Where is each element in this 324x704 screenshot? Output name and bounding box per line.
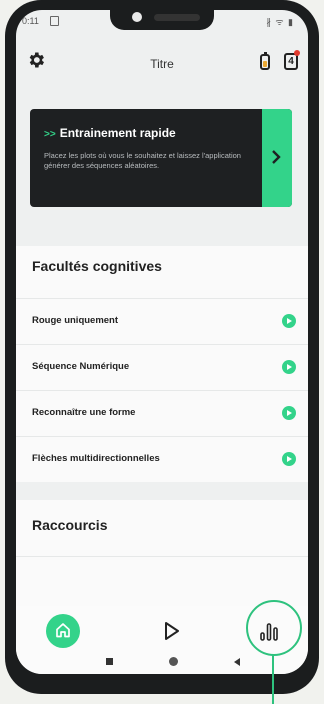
- status-time: 0:11: [22, 16, 39, 26]
- play-circle-icon[interactable]: [282, 406, 296, 420]
- quick-training-title: >> Entrainement rapide: [44, 126, 176, 140]
- shortcuts-section-title: Raccourcis: [32, 517, 108, 533]
- quick-training-title-text: Entrainement rapide: [59, 126, 176, 140]
- pods-count-value: 4: [288, 56, 294, 67]
- status-icons: ∦ ᯤ ▮: [266, 17, 294, 27]
- list-item-label: Rouge uniquement: [32, 315, 119, 326]
- notification-dot: [294, 50, 300, 56]
- shortcuts-content: [16, 556, 308, 607]
- quick-training-description: Placez les plots où vous le souhaitez et…: [44, 151, 241, 170]
- recent-apps-icon[interactable]: [106, 658, 113, 665]
- system-nav-bar: [16, 652, 308, 674]
- camera-notch: [110, 10, 214, 30]
- list-item-fleches[interactable]: Flèches multidirectionnelles: [16, 436, 308, 483]
- camera-icon: [132, 12, 142, 22]
- sim-icon: [50, 16, 59, 26]
- play-circle-icon[interactable]: [282, 452, 296, 466]
- shortcuts-section: Raccourcis: [16, 500, 308, 556]
- quick-training-card[interactable]: >> Entrainement rapide Placez les plots o…: [30, 109, 292, 207]
- cognitive-section-title: Facultés cognitives: [32, 258, 162, 274]
- list-item-label: Reconnaître une forme: [32, 407, 136, 418]
- cognitive-section: Facultés cognitives Rouge uniquement Séq…: [16, 246, 308, 482]
- pods-counter[interactable]: 4: [284, 50, 300, 70]
- app-screen: 0:11 ∦ ᯤ ▮ Titre 4 >> Entrainement rapide…: [16, 10, 308, 674]
- chevron-right-icon: [272, 150, 281, 164]
- play-circle-icon[interactable]: [282, 360, 296, 374]
- list-item-label: Séquence Numérique: [32, 361, 130, 372]
- speaker-grille: [154, 14, 200, 21]
- highlight-pointer-line: [272, 654, 274, 704]
- play-icon[interactable]: [162, 620, 182, 642]
- top-bar: Titre 4: [16, 42, 308, 82]
- back-icon[interactable]: [234, 658, 240, 666]
- list-item-forme[interactable]: Reconnaître une forme: [16, 390, 308, 437]
- home-icon: [56, 623, 70, 638]
- list-item-label: Flèches multidirectionnelles: [32, 453, 160, 464]
- double-chevron-icon: >>: [44, 129, 56, 140]
- tab-home[interactable]: [46, 614, 80, 648]
- list-item-rouge[interactable]: Rouge uniquement: [16, 298, 308, 345]
- list-item-sequence[interactable]: Séquence Numérique: [16, 344, 308, 391]
- highlight-ring: [246, 600, 302, 656]
- phone-frame: 0:11 ∦ ᯤ ▮ Titre 4 >> Entrainement rapide…: [5, 0, 319, 694]
- play-circle-icon[interactable]: [282, 314, 296, 328]
- battery-icon: [260, 52, 270, 70]
- home-nav-icon[interactable]: [169, 657, 178, 666]
